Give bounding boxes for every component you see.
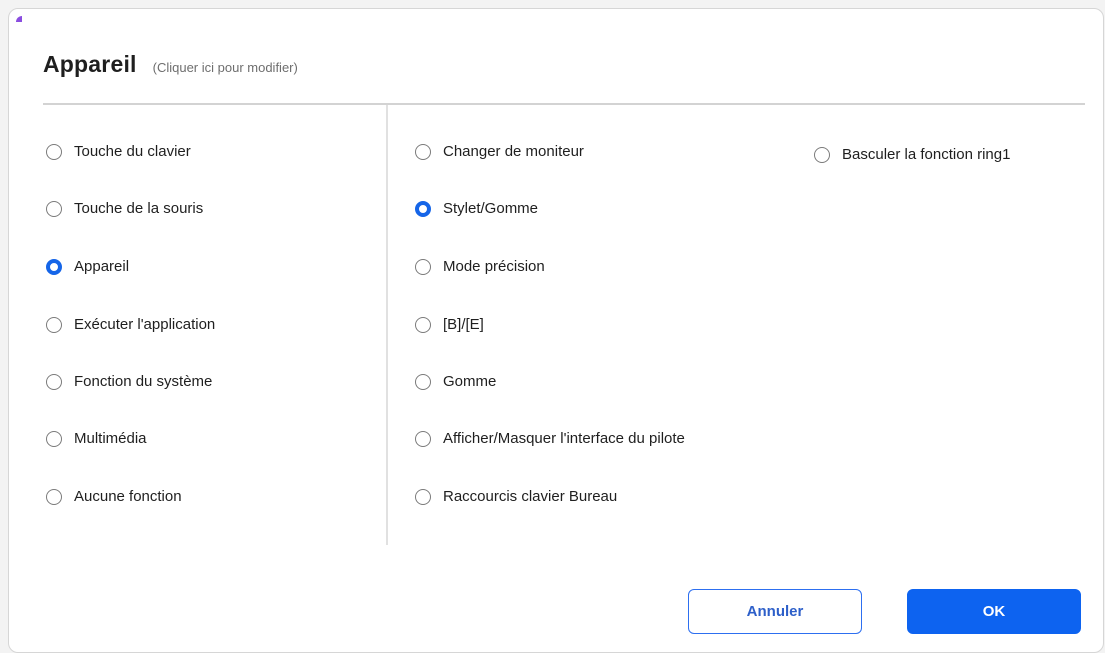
option-label: Touche du clavier: [74, 143, 191, 160]
category-option-run-app[interactable]: Exécuter l'application: [46, 316, 215, 333]
category-option-none[interactable]: Aucune fonction: [46, 488, 182, 505]
dialog-header[interactable]: Appareil (Cliquer ici pour modifier): [43, 51, 298, 78]
option-label: Exécuter l'application: [74, 316, 216, 333]
dialog-subtitle-hint[interactable]: (Cliquer ici pour modifier): [153, 60, 298, 75]
option-label: [B]/[E]: [443, 316, 484, 333]
option-label: Afficher/Masquer l'interface du pilote: [443, 430, 685, 447]
dialog-title[interactable]: Appareil: [43, 51, 137, 78]
device-dialog: Appareil (Cliquer ici pour modifier) Tou…: [8, 8, 1104, 653]
option-label: Gomme: [443, 373, 497, 390]
radio-icon[interactable]: [415, 373, 431, 390]
cancel-button[interactable]: Annuler: [688, 589, 862, 634]
function-option-switch-monitor[interactable]: Changer de moniteur: [415, 143, 584, 160]
radio-checked-icon[interactable]: [415, 200, 431, 217]
radio-icon[interactable]: [46, 200, 62, 217]
radio-icon[interactable]: [46, 373, 62, 390]
radio-checked-icon[interactable]: [46, 258, 62, 275]
option-label: Fonction du système: [74, 373, 213, 390]
ok-button[interactable]: OK: [907, 589, 1081, 634]
category-option-device[interactable]: Appareil: [46, 258, 129, 275]
option-label: Appareil: [74, 258, 130, 275]
category-option-mouse[interactable]: Touche de la souris: [46, 200, 203, 217]
radio-icon[interactable]: [814, 146, 830, 163]
function-option-b-e[interactable]: [B]/[E]: [415, 316, 484, 333]
function-option-precision-mode[interactable]: Mode précision: [415, 258, 545, 275]
header-divider: [43, 103, 1085, 105]
option-label: Mode précision: [443, 258, 545, 275]
option-label: Stylet/Gomme: [443, 200, 539, 217]
category-option-multimedia[interactable]: Multimédia: [46, 430, 147, 447]
function-option-toggle-ring1[interactable]: Basculer la fonction ring1: [814, 146, 1010, 163]
radio-icon[interactable]: [415, 430, 431, 447]
radio-icon[interactable]: [415, 258, 431, 275]
option-label: Multimédia: [74, 430, 147, 447]
function-option-toggle-driver-ui[interactable]: Afficher/Masquer l'interface du pilote: [415, 430, 685, 447]
option-label: Raccourcis clavier Bureau: [443, 488, 618, 505]
option-label: Touche de la souris: [74, 200, 204, 217]
column-divider: [386, 105, 388, 545]
radio-icon[interactable]: [46, 143, 62, 160]
category-option-system[interactable]: Fonction du système: [46, 373, 212, 390]
radio-icon[interactable]: [46, 488, 62, 505]
radio-icon[interactable]: [46, 430, 62, 447]
radio-icon[interactable]: [415, 488, 431, 505]
option-label: Basculer la fonction ring1: [842, 146, 1011, 163]
category-option-keyboard[interactable]: Touche du clavier: [46, 143, 191, 160]
window-corner-accent: [16, 16, 22, 22]
option-label: Changer de moniteur: [443, 143, 584, 160]
option-label: Aucune fonction: [74, 488, 182, 505]
radio-icon[interactable]: [415, 143, 431, 160]
function-option-desktop-shortcuts[interactable]: Raccourcis clavier Bureau: [415, 488, 617, 505]
radio-icon[interactable]: [46, 316, 62, 333]
function-option-eraser[interactable]: Gomme: [415, 373, 496, 390]
function-option-pen-eraser[interactable]: Stylet/Gomme: [415, 200, 538, 217]
radio-icon[interactable]: [415, 316, 431, 333]
